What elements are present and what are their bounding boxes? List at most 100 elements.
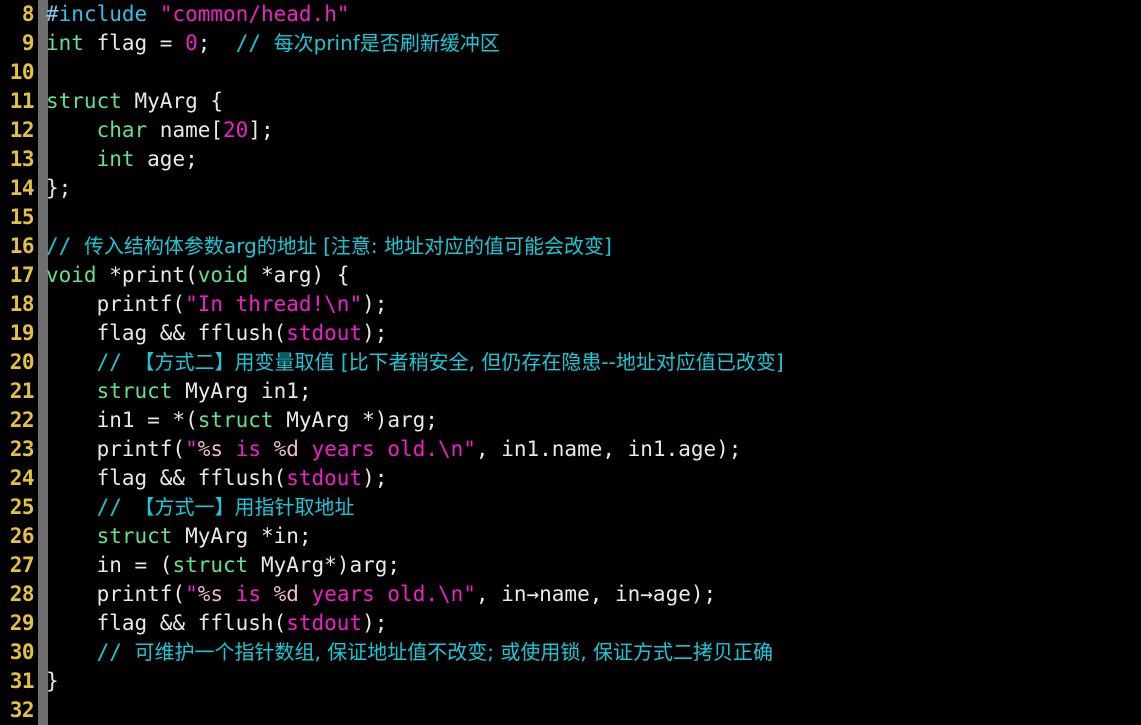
code-text[interactable]: int flag = 0; // 每次prinf是否刷新缓冲区 [46,29,500,58]
code-token: // [46,234,84,258]
code-text[interactable]: flag && fflush(stdout); [46,319,388,348]
line-number: 31 [9,669,35,693]
code-editor[interactable]: 8 #include "common/head.h" 9 int flag = 0; … [0,0,1141,725]
line-number: 26 [9,524,35,548]
code-text[interactable]: }; [46,174,71,203]
code-line[interactable]: 29 flag && fflush(stdout); [0,609,1141,638]
code-token: "common/head.h" [159,2,350,26]
code-token: %d [273,582,299,606]
code-token: flag && fflush( [46,611,287,635]
code-token: %s [197,437,224,461]
line-number: 10 [9,60,35,84]
code-token: stdout [286,466,363,490]
code-text[interactable]: printf("%s is %d years old.\n", in→name,… [46,580,717,609]
code-token: }; [46,176,72,200]
code-token: stdout [286,321,363,345]
code-text[interactable]: // 可维护一个指针数组, 保证地址值不改变; 或使用锁, 保证方式二拷贝正确 [46,638,773,667]
line-number: 25 [9,495,35,519]
code-token: in = ( [46,553,173,577]
code-text[interactable]: // 【方式一】用指针取地址 [46,493,355,522]
code-token: struct [96,524,173,548]
code-token: } [46,669,59,693]
code-line[interactable]: 26 struct MyArg *in; [0,522,1141,551]
code-token: ); [362,321,388,345]
code-token: MyArg *in; [172,524,312,548]
code-line[interactable]: 13 int age; [0,145,1141,174]
code-text[interactable]: flag && fflush(stdout); [46,609,388,638]
code-token: printf( [46,437,186,461]
code-line[interactable]: 22 in1 = *(struct MyArg *)arg; [0,406,1141,435]
code-token: 每次prinf是否刷新缓冲区 [273,31,500,55]
code-token: years old.\n" [298,437,476,461]
code-line[interactable]: 17 void *print(void *arg) { [0,261,1141,290]
code-line[interactable]: 12 char name[20]; [0,116,1141,145]
code-line[interactable]: 27 in = (struct MyArg*)arg; [0,551,1141,580]
code-token: %s [197,582,224,606]
line-number: 21 [9,379,35,403]
code-lines-container[interactable]: 8 #include "common/head.h" 9 int flag = 0; … [0,0,1141,725]
code-line[interactable]: 31} [0,667,1141,696]
code-line[interactable]: 15 [0,203,1141,232]
code-token: int [96,147,135,171]
code-token: // [96,495,135,519]
code-text[interactable]: char name[20]; [46,116,274,145]
code-text[interactable]: // 【方式二】用变量取值 [比下者稍安全, 但仍存在隐患--地址对应值已改变] [46,348,784,377]
code-line[interactable]: 20 // 【方式二】用变量取值 [比下者稍安全, 但仍存在隐患--地址对应值已… [0,348,1141,377]
code-text[interactable]: in = (struct MyArg*)arg; [46,551,400,580]
code-token: 可维护一个指针数组, 保证地址值不改变; 或使用锁, 保证方式二拷贝正确 [134,640,774,664]
code-token: struct [96,379,173,403]
code-text[interactable]: printf("In thread!\n"); [46,290,388,319]
line-number: 17 [9,263,35,287]
code-token: MyArg in1; [172,379,312,403]
code-line[interactable]: 32 [0,696,1141,725]
code-token: flag && fflush( [46,466,287,490]
code-line[interactable]: 10 [0,58,1141,87]
code-token: MyArg*)arg; [248,553,401,577]
code-text[interactable]: #include "common/head.h" [46,0,349,29]
code-line[interactable]: 25 // 【方式一】用指针取地址 [0,493,1141,522]
code-line[interactable]: 28 printf("%s is %d years old.\n", in→na… [0,580,1141,609]
code-line[interactable]: 19 flag && fflush(stdout); [0,319,1141,348]
line-number: 24 [9,466,35,490]
code-token: is [223,437,274,461]
code-line[interactable]: 21 struct MyArg in1; [0,377,1141,406]
code-text[interactable]: } [46,667,59,696]
code-line[interactable]: 23 printf("%s is %d years old.\n", in1.n… [0,435,1141,464]
code-token: , in→name, in→age); [475,582,717,606]
code-token: is [223,582,274,606]
code-text[interactable]: printf("%s is %d years old.\n", in1.name… [46,435,742,464]
line-number: 11 [9,89,35,113]
line-number: 30 [9,640,35,664]
code-line[interactable]: 11 struct MyArg { [0,87,1141,116]
code-text[interactable]: flag && fflush(stdout); [46,464,388,493]
code-token: struct [197,408,274,432]
code-line[interactable]: 14}; [0,174,1141,203]
code-text[interactable]: struct MyArg { [46,87,223,116]
code-token: %d [273,437,299,461]
code-text[interactable]: // 传入结构体参数arg的地址 [注意: 地址对应的值可能会改变] [46,232,612,261]
code-line[interactable]: 16 // 传入结构体参数arg的地址 [注意: 地址对应的值可能会改变] [0,232,1141,261]
code-line[interactable]: 8 #include "common/head.h" [0,0,1141,29]
code-text[interactable]: int age; [46,145,198,174]
code-token: char [96,118,148,142]
line-number: 9 [21,31,35,55]
code-text[interactable]: struct MyArg *in; [46,522,312,551]
code-token: // [96,640,135,664]
code-token: printf( [46,582,186,606]
code-text[interactable]: struct MyArg in1; [46,377,312,406]
code-line[interactable]: 18 printf("In thread!\n"); [0,290,1141,319]
code-line[interactable]: 9 int flag = 0; // 每次prinf是否刷新缓冲区 [0,29,1141,58]
code-token: stdout [286,611,363,635]
code-text[interactable]: in1 = *(struct MyArg *)arg; [46,406,438,435]
code-text[interactable]: void *print(void *arg) { [46,261,349,290]
code-token: // [96,350,135,374]
code-line[interactable]: 24 flag && fflush(stdout); [0,464,1141,493]
code-line[interactable]: 30 // 可维护一个指针数组, 保证地址值不改变; 或使用锁, 保证方式二拷贝… [0,638,1141,667]
code-token: years old.\n" [298,582,476,606]
